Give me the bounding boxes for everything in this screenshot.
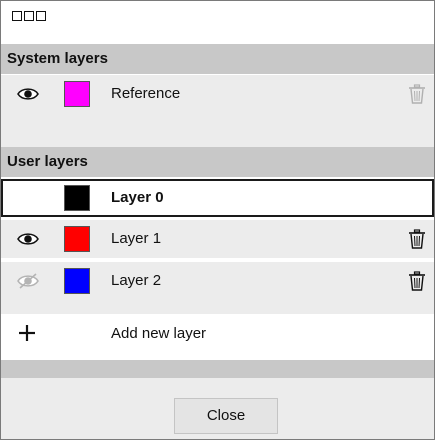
trash-icon [409,84,425,104]
layer-label: Layer 1 [111,230,162,247]
plus-icon[interactable] [18,324,36,342]
title-bar [1,1,434,39]
eye-hidden-icon[interactable] [17,273,39,289]
layer-row-layer-1[interactable]: Layer 1 [1,220,434,258]
close-button[interactable]: Close [174,398,278,434]
layer-label: Layer 2 [111,272,162,289]
trash-icon[interactable] [408,229,426,249]
layer-row-layer-0[interactable]: Layer 0 [1,179,434,217]
window-control-icon[interactable] [36,11,46,21]
section-spacer [1,113,434,147]
dialog-footer: Close [1,378,434,439]
trash-icon[interactable] [408,271,426,291]
layer-row-layer-2[interactable]: Layer 2 [1,262,434,300]
layer-row-reference[interactable]: Reference [1,75,434,113]
layers-dialog: System layers Reference User layers Laye… [0,0,435,440]
user-layers-header: User layers [1,147,434,177]
window-control-icon[interactable] [12,11,22,21]
section-divider [1,360,434,378]
system-layers-header: System layers [1,44,434,74]
window-control-icon[interactable] [24,11,34,21]
layer-label: Reference [111,85,181,102]
layer-color-swatch[interactable] [64,268,90,294]
eye-icon[interactable] [17,231,39,247]
layer-label: Layer 0 [111,189,164,206]
eye-icon[interactable] [17,86,39,102]
add-layer-label[interactable]: Add new layer [111,314,206,354]
layer-color-swatch[interactable] [64,81,90,107]
layer-color-swatch[interactable] [64,185,90,211]
section-spacer [1,300,434,314]
layer-color-swatch[interactable] [64,226,90,252]
add-layer-row[interactable]: Add new layer [1,314,434,354]
